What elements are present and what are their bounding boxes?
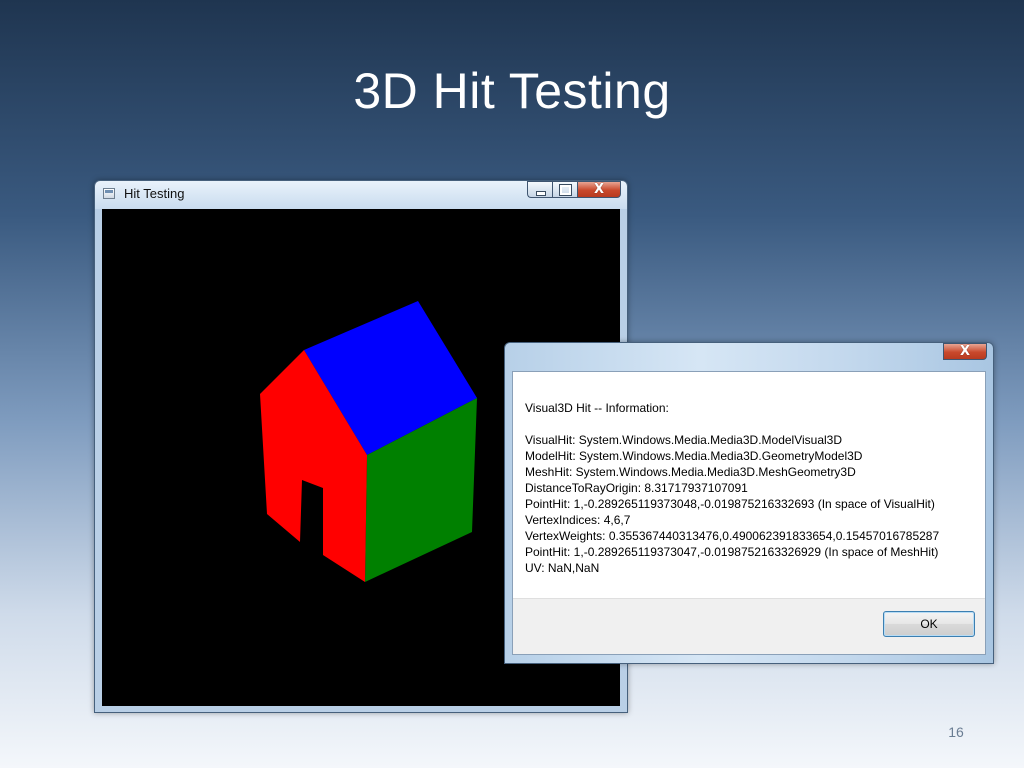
- info-line-visual-hit: VisualHit: System.Windows.Media.Media3D.…: [525, 433, 843, 447]
- info-line-model-hit: ModelHit: System.Windows.Media.Media3D.G…: [525, 449, 863, 463]
- dialog-heading: Visual3D Hit -- Information:: [525, 401, 669, 415]
- caption-buttons: X: [527, 181, 621, 199]
- close-button[interactable]: X: [577, 181, 621, 198]
- minimize-icon: [528, 182, 552, 197]
- app-window-icon: [103, 188, 115, 199]
- close-icon: X: [593, 182, 605, 197]
- page-number: 16: [948, 724, 964, 740]
- info-line-uv: UV: NaN,NaN: [525, 561, 600, 575]
- info-line-vertex-weights: VertexWeights: 0.355367440313476,0.49006…: [525, 529, 940, 543]
- close-icon: X: [959, 344, 971, 359]
- window-title: Hit Testing: [124, 186, 185, 201]
- minimize-button[interactable]: [527, 181, 552, 198]
- hit-info-dialog: X Visual3D Hit -- Information: VisualHit…: [504, 342, 994, 664]
- dialog-message: Visual3D Hit -- Information: VisualHit: …: [525, 400, 975, 576]
- dialog-client-area: Visual3D Hit -- Information: VisualHit: …: [512, 371, 986, 655]
- info-line-mesh-hit: MeshHit: System.Windows.Media.Media3D.Me…: [525, 465, 856, 479]
- info-line-point-hit-visual: PointHit: 1,-0.289265119373048,-0.019875…: [525, 497, 935, 511]
- maximize-button[interactable]: [552, 181, 577, 198]
- ok-button[interactable]: OK: [883, 611, 975, 637]
- dialog-close-button[interactable]: X: [943, 343, 987, 360]
- dialog-footer: OK: [513, 598, 985, 654]
- dialog-caption-buttons: X: [943, 343, 987, 361]
- info-line-point-hit-mesh: PointHit: 1,-0.289265119373047,-0.019875…: [525, 545, 939, 559]
- info-line-distance: DistanceToRayOrigin: 8.31717937107091: [525, 481, 748, 495]
- maximize-icon: [553, 182, 577, 197]
- slide-title: 3D Hit Testing: [353, 63, 671, 119]
- info-line-vertex-indices: VertexIndices: 4,6,7: [525, 513, 631, 527]
